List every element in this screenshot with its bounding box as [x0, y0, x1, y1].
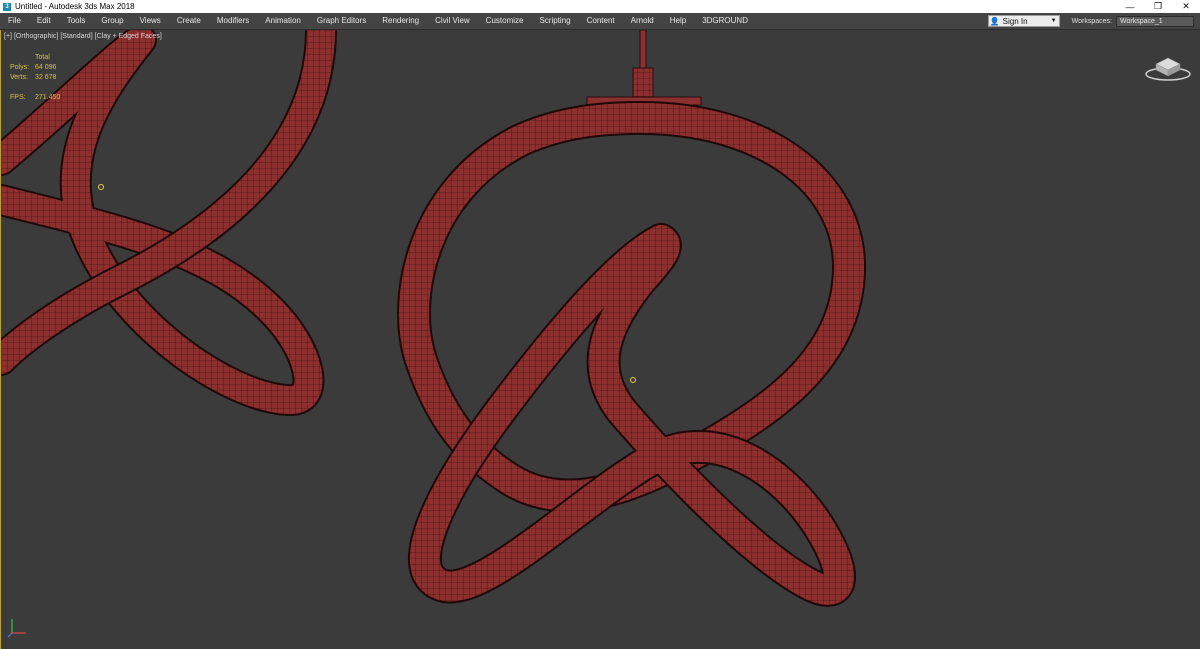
viewport-statistics: Total Polys: 64 096 Verts: 32 678 FPS: 271.…: [10, 53, 70, 103]
pivot-marker-left: [98, 184, 104, 190]
viewport-style-label[interactable]: [Clay + Edged Faces]: [95, 33, 162, 40]
workspaces-label: Workspaces:: [1071, 17, 1112, 25]
menu-create[interactable]: Create: [169, 13, 209, 29]
scene-canvas[interactable]: [1, 30, 1200, 649]
workspace-select[interactable]: Workspace_1: [1116, 15, 1194, 27]
menu-modifiers[interactable]: Modifiers: [209, 13, 257, 29]
sign-in-label: Sign In: [1002, 16, 1028, 26]
viewport-shading-label[interactable]: [Standard]: [60, 33, 92, 40]
menu-edit[interactable]: Edit: [29, 13, 59, 29]
app-icon: 3: [3, 2, 11, 11]
menu-graph-editors[interactable]: Graph Editors: [309, 13, 374, 29]
stats-fps-label: FPS:: [10, 94, 26, 101]
restore-button[interactable]: ❐: [1144, 0, 1172, 13]
title-bar: 3 Untitled - Autodesk 3ds Max 2018 — ❐ ✕: [0, 0, 1200, 13]
stats-verts-label: Verts:: [10, 74, 28, 81]
menu-civil-view[interactable]: Civil View: [427, 13, 478, 29]
menu-bar: File Edit Tools Group Views Create Modif…: [0, 13, 1200, 30]
menu-help[interactable]: Help: [662, 13, 694, 29]
chevron-down-icon: ▼: [1050, 18, 1057, 24]
viewport-perspective[interactable]: [+] [Orthographic] [Standard] [Clay + Edged…: [0, 30, 1200, 649]
menu-file[interactable]: File: [0, 13, 29, 29]
menu-scripting[interactable]: Scripting: [531, 13, 578, 29]
close-button[interactable]: ✕: [1172, 0, 1200, 13]
menu-views[interactable]: Views: [132, 13, 169, 29]
stats-verts-value: 32 678: [35, 74, 57, 81]
menu-3dground[interactable]: 3DGROUND: [694, 13, 756, 29]
pendant-rod[interactable]: [586, 30, 702, 106]
menu-animation[interactable]: Animation: [257, 13, 309, 29]
user-icon: 👤: [989, 16, 1000, 26]
stats-polys-value: 64 096: [35, 64, 57, 71]
viewport-menu-plus[interactable]: [+]: [4, 33, 12, 40]
viewport-view-label[interactable]: [Orthographic]: [14, 33, 58, 40]
menu-rendering[interactable]: Rendering: [374, 13, 427, 29]
stats-polys-label: Polys:: [10, 64, 30, 71]
sign-in-dropdown[interactable]: 👤 Sign In ▼: [987, 15, 1060, 27]
viewcube-icon[interactable]: [1143, 52, 1193, 84]
pivot-marker-main: [630, 377, 636, 383]
stats-total-header: Total: [35, 54, 50, 61]
menu-tools[interactable]: Tools: [59, 13, 94, 29]
viewport-label: [+] [Orthographic] [Standard] [Clay + Edged…: [4, 33, 164, 40]
minimize-button[interactable]: —: [1116, 0, 1144, 13]
stats-fps-value: 271.450: [35, 94, 61, 101]
menu-content[interactable]: Content: [579, 13, 623, 29]
axis-tripod-icon: [7, 619, 26, 638]
knot-mesh-main[interactable]: [397, 101, 867, 607]
menu-arnold[interactable]: Arnold: [623, 13, 662, 29]
menu-group[interactable]: Group: [93, 13, 131, 29]
window-title: Untitled - Autodesk 3ds Max 2018: [15, 2, 135, 11]
menu-customize[interactable]: Customize: [478, 13, 532, 29]
